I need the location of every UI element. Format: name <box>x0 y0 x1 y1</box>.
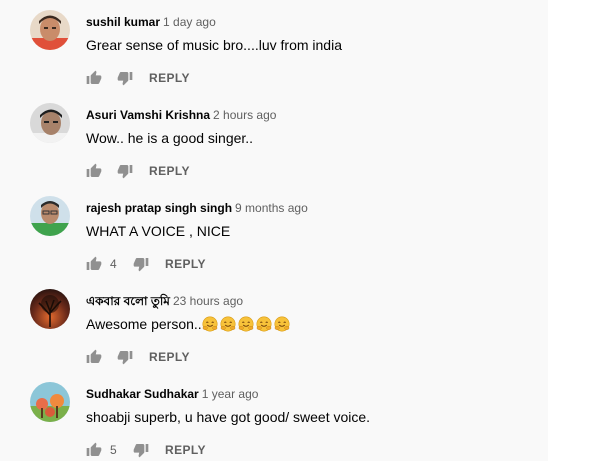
comment-thread: একবার বলো তুমি 23 hours ago Awesome perso… <box>0 289 548 382</box>
hugging-face-emoji-icon <box>220 316 236 332</box>
comment-actions: REPLY <box>86 68 190 88</box>
comments-page: sushil kumar 1 day ago Grear sense of mus… <box>0 0 600 461</box>
reply-button[interactable]: REPLY <box>149 71 190 85</box>
comment-actions: 5 REPLY <box>86 440 206 460</box>
thumbs-up-icon[interactable] <box>86 163 102 179</box>
comment-timestamp[interactable]: 23 hours ago <box>173 294 243 308</box>
comment-text: WHAT A VOICE , NICE <box>86 223 231 239</box>
reply-button[interactable]: REPLY <box>165 443 206 457</box>
comment-timestamp[interactable]: 1 day ago <box>163 15 216 29</box>
comment-timestamp[interactable]: 1 year ago <box>202 387 259 401</box>
like-count: 4 <box>110 257 117 271</box>
reply-button[interactable]: REPLY <box>149 164 190 178</box>
comment-thread: Asuri Vamshi Krishna 2 hours ago Wow.. he… <box>0 103 548 196</box>
avatar[interactable] <box>30 196 70 236</box>
thumbs-up-icon[interactable] <box>86 349 102 365</box>
avatar[interactable] <box>30 382 70 422</box>
comment-actions: REPLY <box>86 347 190 367</box>
reply-button[interactable]: REPLY <box>149 350 190 364</box>
thumbs-up-icon[interactable] <box>86 70 102 86</box>
page-margin <box>548 0 600 461</box>
comment-author[interactable]: sushil kumar <box>86 15 160 29</box>
comment-text: shoabji superb, u have got good/ sweet v… <box>86 409 371 425</box>
comment-thread: Sudhakar Sudhakar 1 year ago shoabji supe… <box>0 382 548 461</box>
comment-header: sushil kumar 1 day ago <box>86 14 216 30</box>
hugging-face-emoji-icon <box>238 316 254 332</box>
comment-actions: REPLY <box>86 161 190 181</box>
thumbs-up-icon[interactable] <box>86 256 102 272</box>
comment-header: Sudhakar Sudhakar 1 year ago <box>86 386 258 402</box>
thumbs-down-icon[interactable] <box>133 256 149 272</box>
thumbs-up-icon[interactable] <box>86 442 102 458</box>
hugging-face-emoji-icon <box>202 316 218 332</box>
comment-header: Asuri Vamshi Krishna 2 hours ago <box>86 107 276 123</box>
comment-thread: rajesh pratap singh singh 9 months ago WH… <box>0 196 548 289</box>
comment-author[interactable]: একবার বলো তুমি <box>86 294 170 308</box>
avatar[interactable] <box>30 289 70 329</box>
reply-button[interactable]: REPLY <box>165 257 206 271</box>
like-count: 5 <box>110 443 117 457</box>
thumbs-down-icon[interactable] <box>133 442 149 458</box>
comment-text: Awesome person.. <box>86 314 292 334</box>
hugging-face-emoji-icon <box>256 316 272 332</box>
comments-section: sushil kumar 1 day ago Grear sense of mus… <box>0 0 548 461</box>
comment-text: Grear sense of music bro....luv from ind… <box>86 37 342 53</box>
comment-text-body: Awesome person.. <box>86 316 202 332</box>
avatar[interactable] <box>30 103 70 143</box>
comment-timestamp[interactable]: 2 hours ago <box>213 108 276 122</box>
comment-author[interactable]: Sudhakar Sudhakar <box>86 387 199 401</box>
avatar[interactable] <box>30 10 70 50</box>
comment-text: Wow.. he is a good singer.. <box>86 130 254 146</box>
comment-author[interactable]: Asuri Vamshi Krishna <box>86 108 210 122</box>
comment-timestamp[interactable]: 9 months ago <box>235 201 308 215</box>
comment-header: একবার বলো তুমি 23 hours ago <box>86 293 243 309</box>
hugging-face-emoji-icon <box>274 316 290 332</box>
emoji-group <box>202 316 292 332</box>
thumbs-down-icon[interactable] <box>117 349 133 365</box>
comment-header: rajesh pratap singh singh 9 months ago <box>86 200 308 216</box>
thumbs-down-icon[interactable] <box>117 163 133 179</box>
comment-author[interactable]: rajesh pratap singh singh <box>86 201 232 215</box>
comment-actions: 4 REPLY <box>86 254 206 274</box>
thumbs-down-icon[interactable] <box>117 70 133 86</box>
comment-thread: sushil kumar 1 day ago Grear sense of mus… <box>0 10 548 103</box>
